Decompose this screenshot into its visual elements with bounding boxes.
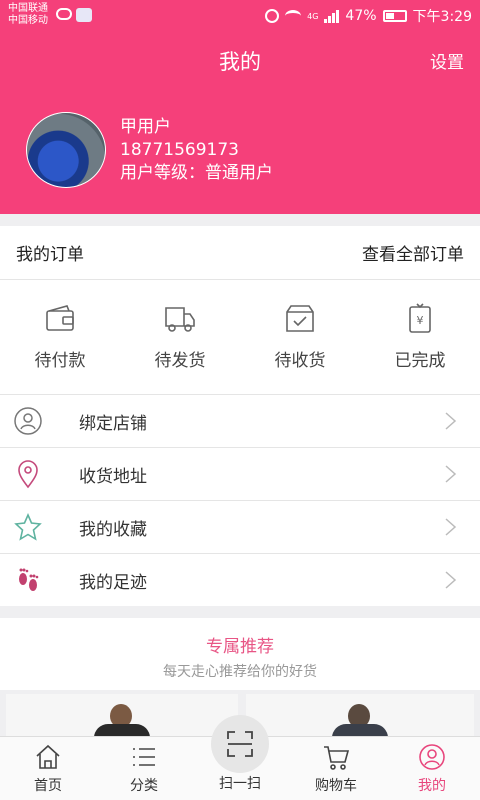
recommend-section: 专属推荐 每天走心推荐给你的好货	[0, 618, 480, 690]
menu-label: 我的足迹	[79, 573, 147, 593]
menu-item-favorites[interactable]: 我的收藏	[0, 501, 480, 554]
nav-cart[interactable]: 购物车	[288, 737, 384, 800]
wechat-icon	[56, 8, 72, 20]
carrier-info: 中国联通 中国移动	[8, 3, 48, 27]
footprint-icon	[19, 568, 39, 591]
clock: 下午3:29	[412, 9, 472, 25]
nav-label: 我的	[418, 778, 446, 794]
nav-category[interactable]: 分类	[96, 737, 192, 800]
menu-label: 绑定店铺	[79, 413, 147, 434]
alarm-icon	[265, 9, 280, 23]
order-status-pending-receipt[interactable]: 待收货	[240, 280, 360, 394]
scan-icon	[227, 731, 253, 757]
list-icon	[133, 748, 155, 766]
receipt-icon: ¥	[409, 303, 431, 333]
avatar[interactable]	[26, 112, 106, 188]
svg-text:¥: ¥	[417, 314, 424, 327]
nav-label: 扫一扫	[219, 776, 261, 792]
orders-header: 我的订单 查看全部订单	[0, 226, 480, 280]
app-notification-icon	[76, 8, 92, 22]
menu-item-address[interactable]: 收货地址	[0, 448, 480, 501]
product-card[interactable]	[6, 694, 238, 736]
bottom-nav: 首页 分类 扫一扫 购物车 我的	[0, 715, 480, 800]
user-icon	[14, 407, 42, 435]
menu-label: 收货地址	[79, 466, 147, 487]
nav-profile[interactable]: 我的	[384, 737, 480, 800]
chevron-right-icon	[445, 465, 457, 483]
star-icon	[14, 513, 42, 541]
status-label: 待收货	[274, 351, 326, 371]
profile-header: 我的 设置 甲用户 18771569173 用户等级：普通用户	[0, 32, 480, 214]
network-type: 4G	[307, 11, 319, 21]
status-label: 已完成	[394, 351, 446, 371]
carrier-1: 中国联通	[8, 3, 48, 14]
page-title: 我的	[219, 50, 261, 74]
home-icon	[36, 744, 60, 769]
cart-icon	[324, 746, 350, 770]
product-card[interactable]	[246, 694, 474, 736]
status-bar: 中国联通 中国移动 4G 47% 下午3:29	[0, 0, 480, 32]
user-name: 甲用户	[120, 117, 171, 137]
menu-item-footprints[interactable]: 我的足迹	[0, 554, 480, 607]
user-level: 用户等级：普通用户	[120, 163, 273, 183]
profile-icon	[419, 744, 445, 770]
orders-card: 我的订单 查看全部订单 待付款 待发货 待收货 ¥ 已完成	[0, 226, 480, 394]
battery-percent: 47%	[345, 8, 377, 24]
nav-label: 首页	[34, 778, 62, 794]
order-status-row: 待付款 待发货 待收货 ¥ 已完成	[0, 280, 480, 394]
location-icon	[18, 460, 38, 489]
wifi-icon	[285, 10, 302, 22]
settings-button[interactable]: 设置	[430, 48, 464, 73]
signal-icon	[324, 9, 340, 23]
battery-icon	[382, 10, 407, 22]
menu-item-bind-store[interactable]: 绑定店铺	[0, 395, 480, 448]
menu-label: 我的收藏	[79, 519, 147, 540]
user-phone: 18771569173	[120, 140, 239, 160]
truck-icon	[165, 307, 195, 332]
orders-title: 我的订单	[16, 245, 84, 265]
view-all-orders-link[interactable]: 查看全部订单	[362, 240, 464, 265]
nav-label: 分类	[130, 778, 158, 794]
status-label: 待付款	[34, 351, 86, 371]
chevron-right-icon	[445, 571, 457, 589]
wallet-icon	[46, 305, 74, 331]
chevron-right-icon	[445, 412, 457, 430]
order-status-completed[interactable]: ¥ 已完成	[360, 280, 480, 394]
scan-button[interactable]	[211, 715, 269, 773]
status-label: 待发货	[154, 351, 206, 371]
nav-home[interactable]: 首页	[0, 737, 96, 800]
menu-list: 绑定店铺 收货地址 我的收藏 我的足迹	[0, 394, 480, 606]
recommend-title: 专属推荐	[206, 637, 274, 657]
chevron-right-icon	[445, 518, 457, 536]
user-info: 甲用户 18771569173 用户等级：普通用户	[120, 116, 273, 185]
order-status-pending-shipment[interactable]: 待发货	[120, 280, 240, 394]
order-status-pending-payment[interactable]: 待付款	[0, 280, 120, 394]
nav-label: 购物车	[315, 778, 357, 794]
carrier-2: 中国移动	[8, 15, 48, 26]
recommend-subtitle: 每天走心推荐给你的好货	[163, 664, 317, 680]
nav-scan[interactable]: 扫一扫	[192, 715, 288, 800]
box-icon	[286, 305, 314, 332]
